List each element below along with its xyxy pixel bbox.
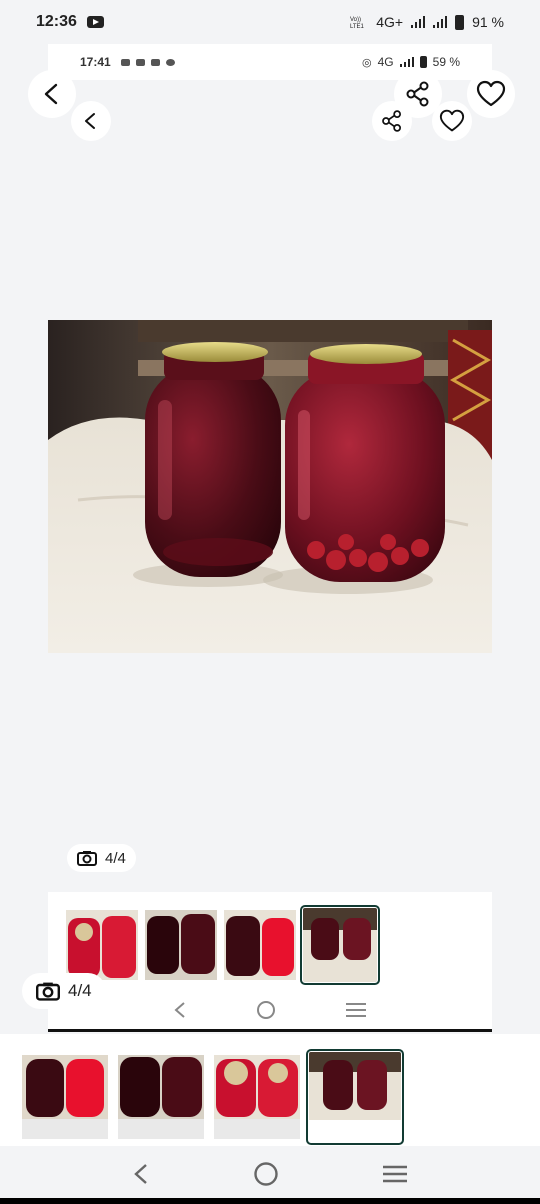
thumbnail-3[interactable] xyxy=(224,910,296,980)
battery-icon xyxy=(419,56,427,68)
chevron-left-icon xyxy=(44,83,58,105)
photo-counter-text: 4/4 xyxy=(105,849,126,867)
signal-icon-2 xyxy=(433,16,448,28)
thumbnail-3-image xyxy=(224,910,296,980)
back-nav-icon[interactable] xyxy=(173,1001,187,1019)
home-nav-icon[interactable] xyxy=(253,1161,279,1187)
heart-icon xyxy=(476,80,506,107)
menu-nav-icon[interactable] xyxy=(381,1164,409,1184)
back-nav-icon[interactable] xyxy=(131,1162,151,1186)
thumbnail-strip-2-image xyxy=(118,1055,204,1139)
signal-icon xyxy=(411,16,426,28)
favorite-button[interactable] xyxy=(467,70,515,118)
inner-favorite-button[interactable] xyxy=(432,101,472,141)
inner-status-time: 17:41 xyxy=(80,55,111,69)
thumbnail-strip-4-selected[interactable] xyxy=(306,1049,404,1145)
thumbnail-strip-1[interactable] xyxy=(22,1055,108,1139)
status-bar: 12:36 Vo)) LTE1 4G+ 91 % xyxy=(0,0,540,44)
inner-battery-level: 59 % xyxy=(432,55,460,69)
photo-counter: 4/4 xyxy=(67,844,136,872)
inner-share-button[interactable] xyxy=(372,101,412,141)
thumbnail-2-image xyxy=(145,910,217,980)
share-icon xyxy=(406,81,429,107)
thumbnail-strip-1-image xyxy=(22,1055,108,1139)
status-time: 12:36 xyxy=(36,13,77,30)
thumbnail-strip-3-image xyxy=(214,1055,300,1139)
menu-nav-icon[interactable] xyxy=(345,1002,367,1018)
youtube-icon xyxy=(150,58,160,66)
thumbnail-2[interactable] xyxy=(145,910,217,980)
jars-image xyxy=(48,320,492,653)
svg-text:LTE1: LTE1 xyxy=(350,24,365,29)
signal-icon xyxy=(399,57,414,67)
chevron-left-icon xyxy=(85,113,95,129)
inner-network-type: 4G xyxy=(377,55,394,69)
thumbnail-1[interactable] xyxy=(66,910,138,980)
fan-icon xyxy=(165,58,175,66)
photo-counter-large-text: 4/4 xyxy=(68,981,92,1000)
main-photo[interactable] xyxy=(48,320,492,653)
thumbnail-1-image xyxy=(66,910,138,980)
heart-icon xyxy=(439,109,465,132)
message-icon xyxy=(120,58,130,66)
back-button[interactable] xyxy=(28,70,76,118)
system-nav-bar xyxy=(0,1148,540,1200)
camera-icon xyxy=(77,851,97,866)
network-type: 4G+ xyxy=(376,14,404,30)
thumbnail-4-selected[interactable] xyxy=(300,905,380,985)
wifi-icon: ◎ xyxy=(362,56,372,69)
camera-icon xyxy=(36,982,60,1001)
thumbnail-strip-2[interactable] xyxy=(118,1055,204,1139)
share-icon xyxy=(382,110,401,132)
photo-counter-large: 4/4 xyxy=(22,973,106,1009)
inner-nav-bar xyxy=(48,990,492,1030)
status-right: Vo)) LTE1 4G+ 91 % xyxy=(350,14,504,30)
svg-text:Vo)): Vo)) xyxy=(350,17,361,23)
thumbnail-4-image xyxy=(303,908,377,982)
youtube-icon xyxy=(86,16,104,28)
battery-level: 91 % xyxy=(472,14,504,30)
volte-icon: Vo))LTE1 xyxy=(350,17,365,29)
thumbnail-strip-4-image xyxy=(309,1052,401,1142)
bottom-edge xyxy=(0,1198,540,1204)
inner-back-button[interactable] xyxy=(71,101,111,141)
youtube-icon xyxy=(135,58,145,66)
thumbnail-strip-3[interactable] xyxy=(214,1055,300,1139)
battery-icon xyxy=(455,14,465,30)
inner-status-right: ◎ 4G 59 % xyxy=(362,55,460,69)
home-nav-icon[interactable] xyxy=(256,1000,276,1020)
